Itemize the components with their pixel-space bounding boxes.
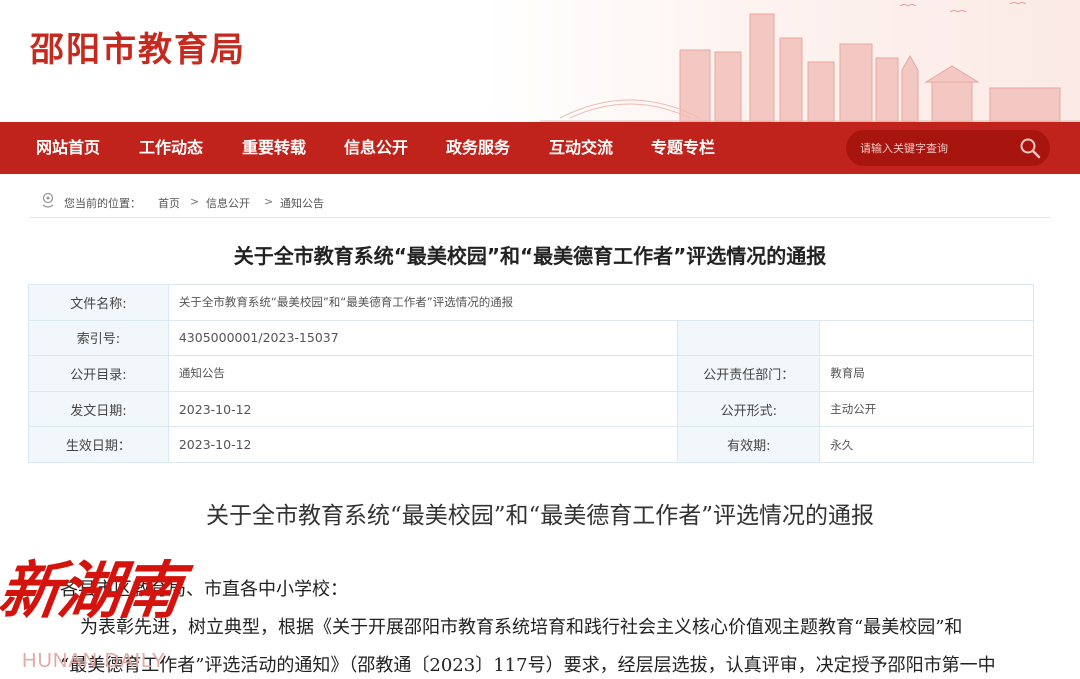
body-title: 关于全市教育系统“最美校园”和“最美德育工作者”评选情况的通报 — [205, 503, 875, 529]
file-name-label: 文件名称: — [28, 284, 169, 321]
dept-label: 公开责任部门： — [677, 355, 821, 392]
location-icon — [42, 192, 54, 208]
search-input[interactable] — [860, 138, 1010, 158]
effective-date-label: 生效日期： — [28, 426, 169, 463]
hunan-daily-watermark: 新湖南 HUNAN DAILY — [0, 540, 220, 679]
breadcrumb-separator: > — [264, 195, 274, 208]
nav-item-info-disclosure[interactable]: 信息公开 — [344, 122, 408, 174]
breadcrumb-info-disclosure[interactable]: 信息公开 — [206, 195, 250, 211]
breadcrumb-separator: > — [190, 195, 200, 208]
site-header: 邵阳市教育局 — [0, 0, 1080, 122]
nav-item-gov-services[interactable]: 政务服务 — [446, 122, 510, 174]
issue-date-value: 2023-10-12 — [167, 390, 679, 428]
breadcrumb-home[interactable]: 首页 — [158, 195, 180, 211]
nav-item-reprints[interactable]: 重要转载 — [242, 122, 306, 174]
table-row: 文件名称: 关于全市教育系统“最美校园”和“最美德育工作者”评选情况的通报 — [28, 284, 1035, 321]
index-value: 4305000001/2023-15037 — [167, 319, 679, 357]
catalog-value: 通知公告 — [167, 355, 679, 392]
catalog-label: 公开目录: — [28, 355, 169, 392]
form-value: 主动公开 — [819, 390, 1034, 428]
site-title[interactable]: 邵阳市教育局 — [30, 22, 246, 71]
nav-item-special-topics[interactable]: 专题专栏 — [651, 122, 715, 174]
file-name-value: 关于全市教育系统“最美校园”和“最美德育工作者”评选情况的通报 — [167, 284, 1035, 321]
breadcrumb-notices[interactable]: 通知公告 — [280, 195, 324, 211]
effective-date-value: 2023-10-12 — [167, 426, 679, 463]
table-row: 公开目录: 通知公告 公开责任部门： 教育局 — [28, 355, 1034, 392]
table-row: 生效日期： 2023-10-12 有效期: 永久 — [28, 426, 1034, 463]
table-row: 索引号: 4305000001/2023-15037 — [28, 319, 1034, 357]
watermark-subtitle: HUNAN DAILY — [22, 650, 166, 672]
empty-label-cell — [677, 319, 821, 357]
validity-value: 永久 — [819, 426, 1034, 463]
document-info-table: 文件名称: 关于全市教育系统“最美校园”和“最美德育工作者”评选情况的通报 索引… — [28, 284, 1035, 463]
breadcrumb-prefix: 您当前的位置： — [64, 197, 141, 210]
table-row: 发文日期: 2023-10-12 公开形式: 主动公开 — [28, 390, 1034, 428]
search-box — [846, 130, 1050, 166]
nav-item-interaction[interactable]: 互动交流 — [549, 122, 613, 174]
document-title: 关于全市教育系统“最美校园”和“最美德育工作者”评选情况的通报 — [233, 244, 827, 268]
issue-date-label: 发文日期: — [28, 390, 169, 428]
watermark-logo: 新湖南 — [0, 554, 185, 627]
breadcrumb: 您当前的位置： 首页 > 信息公开 > 通知公告 — [30, 192, 1050, 218]
dept-value: 教育局 — [819, 355, 1034, 392]
nav-item-work-news[interactable]: 工作动态 — [139, 122, 203, 174]
index-label: 索引号: — [28, 319, 169, 357]
search-icon[interactable] — [1018, 136, 1042, 160]
empty-value-cell — [819, 319, 1034, 357]
main-nav: 网站首页 工作动态 重要转载 信息公开 政务服务 互动交流 专题专栏 — [0, 122, 1080, 174]
form-label: 公开形式: — [677, 390, 821, 428]
validity-label: 有效期: — [677, 426, 821, 463]
skyline-illustration — [540, 2, 1080, 122]
nav-item-home[interactable]: 网站首页 — [36, 122, 100, 174]
